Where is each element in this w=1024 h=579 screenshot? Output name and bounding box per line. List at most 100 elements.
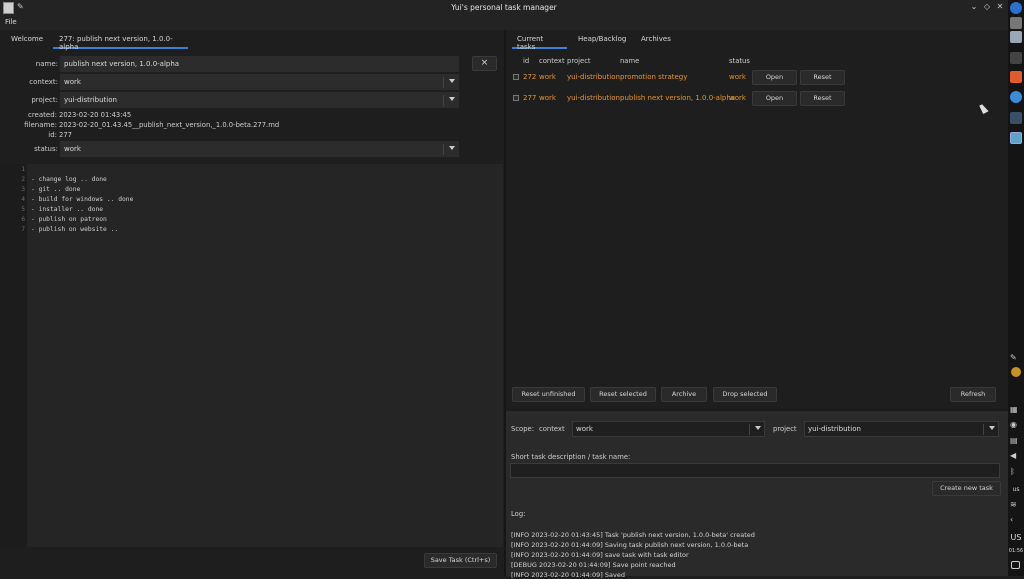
scope-context-value: work	[576, 425, 593, 433]
project-label: project:	[31, 96, 58, 104]
scope-project-label: project	[773, 425, 797, 433]
storage-icon[interactable]: ▤	[1010, 436, 1022, 448]
refresh-button[interactable]: Refresh	[950, 387, 996, 402]
row-status: work	[729, 73, 746, 81]
minimize-icon[interactable]: ⌄	[969, 2, 979, 11]
context-select[interactable]: work	[60, 74, 459, 90]
tab-archives[interactable]: Archives	[641, 35, 671, 49]
terminal-icon[interactable]	[1010, 52, 1022, 64]
tab-heap-backlog[interactable]: Heap/Backlog	[578, 35, 626, 49]
files-icon[interactable]	[1010, 31, 1022, 43]
task-manager-app-icon[interactable]	[1010, 132, 1022, 144]
app-launcher-icon[interactable]	[1010, 2, 1022, 14]
volume-icon[interactable]: ◀	[1010, 451, 1022, 463]
create-new-task-button[interactable]: Create new task	[932, 481, 1001, 496]
column-project: project	[567, 57, 591, 65]
row-name: promotion strategy	[620, 73, 688, 81]
id-value: 277	[59, 131, 72, 139]
tab-task-277[interactable]: 277: publish next version, 1.0.0-alpha	[53, 35, 188, 51]
row-id: 277	[523, 94, 537, 102]
clock[interactable]: 01:56	[1008, 548, 1024, 554]
tab-current-tasks[interactable]: Current tasks	[512, 35, 567, 51]
line-number: 2	[21, 176, 25, 183]
status-label: status:	[34, 145, 58, 153]
pin-icon[interactable]: ✎	[17, 2, 24, 11]
scope-label: Scope:	[511, 425, 534, 433]
reset-unfinished-button[interactable]: Reset unfinished	[512, 387, 585, 402]
scope-project-select[interactable]: yui-distribution	[804, 421, 999, 437]
open-task-button[interactable]: Open	[752, 70, 797, 85]
row-project: yui-distribution	[567, 94, 620, 102]
column-context: context	[539, 57, 565, 65]
brave-browser-icon[interactable]	[1010, 71, 1022, 83]
line-number: 5	[21, 206, 25, 213]
wifi-icon[interactable]: ≋	[1010, 500, 1022, 512]
log-line: [INFO 2023-02-20 01:44:09] Saving task p…	[511, 541, 749, 549]
bluetooth-icon[interactable]: ᛒ	[1010, 467, 1022, 479]
status-value: work	[64, 145, 81, 153]
scope-context-select[interactable]: work	[572, 421, 765, 437]
show-desktop-icon[interactable]	[1011, 561, 1020, 569]
row-checkbox[interactable]	[513, 95, 519, 101]
reset-task-button[interactable]: Reset	[800, 91, 845, 106]
column-id: id	[523, 57, 530, 65]
reset-selected-button[interactable]: Reset selected	[590, 387, 656, 402]
name-field[interactable]: publish next version, 1.0.0-alpha	[60, 56, 459, 72]
tab-welcome[interactable]: Welcome	[11, 35, 43, 49]
open-task-button[interactable]: Open	[752, 91, 797, 106]
chevron-down-icon	[449, 79, 455, 83]
editor-line: - publish on website ..	[31, 226, 119, 233]
filename-value: 2023-02-20_01.43.45__publish_next_versio…	[59, 121, 280, 129]
reset-task-button[interactable]: Reset	[800, 70, 845, 85]
menu-file[interactable]: File	[5, 18, 17, 26]
log-label: Log:	[511, 510, 526, 518]
editor-line: - installer .. done	[31, 206, 104, 213]
line-number: 7	[21, 226, 25, 233]
task-description-input[interactable]	[510, 463, 1000, 478]
user-icon[interactable]: ◉	[1010, 420, 1022, 432]
line-number: 1	[21, 166, 25, 173]
task-description-label: Short task description / task name:	[511, 453, 631, 461]
row-context: work	[539, 73, 556, 81]
archive-button[interactable]: Archive	[661, 387, 707, 402]
app-icon	[3, 2, 14, 14]
editor-line: - change log .. done	[31, 176, 107, 183]
chevron-left-icon[interactable]: ‹	[1010, 515, 1022, 527]
window-icon[interactable]	[1010, 17, 1022, 29]
pen-icon[interactable]: ✎	[1010, 353, 1022, 365]
status-select[interactable]: work	[60, 141, 459, 157]
id-label: id:	[48, 131, 57, 139]
row-project: yui-distribution	[567, 73, 620, 81]
save-task-button[interactable]: Save Task (Ctrl+s)	[424, 553, 497, 568]
window-title: Yui's personal task manager	[451, 3, 557, 12]
line-number: 3	[21, 186, 25, 193]
globe-icon[interactable]	[1010, 91, 1022, 103]
line-number: 6	[21, 216, 25, 223]
chevron-down-icon	[449, 97, 455, 101]
keyboard-layout-indicator[interactable]: us	[1008, 486, 1024, 493]
row-id: 272	[523, 73, 537, 81]
line-number: 4	[21, 196, 25, 203]
close-window-icon[interactable]: ✕	[995, 2, 1005, 11]
log-line: [INFO 2023-02-20 01:44:09] save task wit…	[511, 551, 689, 559]
status-dot-icon[interactable]	[1011, 367, 1021, 377]
column-name: name	[620, 57, 640, 65]
maximize-icon[interactable]: ◇	[982, 2, 992, 11]
name-label: name:	[35, 60, 58, 68]
chevron-down-icon	[755, 426, 761, 430]
menu-bar: File	[0, 16, 1008, 30]
context-label: context:	[29, 78, 58, 86]
log-line: [INFO 2023-02-20 01:43:45] Task 'publish…	[511, 531, 755, 539]
project-value: yui-distribution	[64, 96, 117, 104]
project-select[interactable]: yui-distribution	[60, 92, 459, 108]
drop-selected-button[interactable]: Drop selected	[713, 387, 777, 402]
close-task-button[interactable]: ×	[472, 56, 497, 71]
keyboard-layout-label[interactable]: US	[1008, 533, 1024, 542]
row-checkbox[interactable]	[513, 74, 519, 80]
filename-label: filename:	[24, 121, 57, 129]
log-line: [DEBUG 2023-02-20 01:44:09] Save point r…	[511, 561, 676, 569]
display-icon[interactable]	[1010, 112, 1022, 124]
scope-project-value: yui-distribution	[808, 425, 861, 433]
keyboard-icon[interactable]: ▦	[1010, 405, 1022, 417]
context-value: work	[64, 78, 81, 86]
